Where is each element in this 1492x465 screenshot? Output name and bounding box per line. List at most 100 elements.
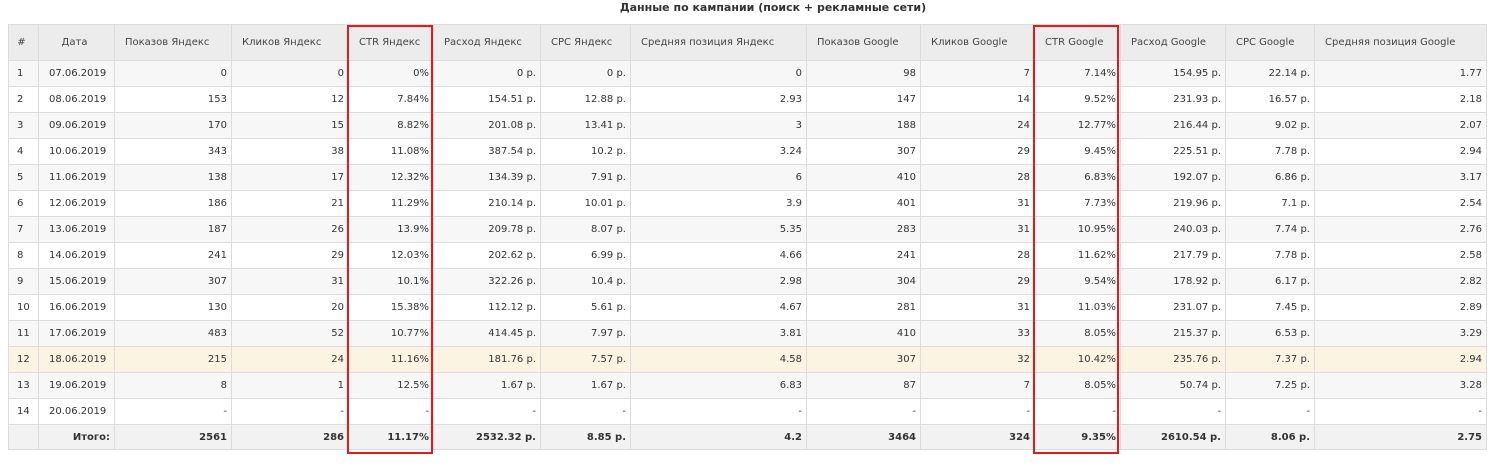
table-cell: 9.02 р. [1225, 112, 1315, 139]
table-cell: 16.57 р. [1225, 86, 1315, 113]
column-header-yandex-ctr[interactable]: CTR Яндекс [348, 24, 434, 61]
table-cell: 17 [231, 164, 349, 191]
table-cell: 13 [8, 372, 39, 399]
table-cell: 1.67 р. [433, 372, 541, 399]
table-cell: 12.32% [348, 164, 434, 191]
table-row[interactable]: 1 07.06.2019 0 0 0% 0 р. 0 р. 0 98 7 7.14% 154.95 р… [8, 60, 1487, 87]
table-cell: 202.62 р. [433, 242, 541, 269]
table-cell: 410 [806, 164, 921, 191]
totals-cell: 324 [920, 424, 1035, 450]
table-cell: 0 [114, 60, 232, 87]
column-header-yandex-impressions[interactable]: Показов Яндекс [114, 24, 232, 61]
totals-cell: 4.2 [630, 424, 807, 450]
table-row[interactable]: 10 16.06.2019 130 20 15.38% 112.12 р. 5.61 р. 4… [8, 294, 1487, 321]
table-row[interactable]: 12 18.06.2019 215 24 11.16% 181.76 р. 7.57 р. 4… [8, 346, 1487, 373]
table-cell: 31 [920, 190, 1035, 217]
table-row[interactable]: 11 17.06.2019 483 52 10.77% 414.45 р. 7.97 р. 3… [8, 320, 1487, 347]
column-header-google-clicks[interactable]: Кликов Google [920, 24, 1035, 61]
table-cell: 5.35 [630, 216, 807, 243]
table-row[interactable]: 7 13.06.2019 187 26 13.9% 209.78 р. 8.07 р. 5.3… [8, 216, 1487, 243]
column-header-yandex-spend[interactable]: Расход Яндекс [433, 24, 541, 61]
table-row[interactable]: 6 12.06.2019 186 21 11.29% 210.14 р. 10.01 р. 3… [8, 190, 1487, 217]
table-cell: 210.14 р. [433, 190, 541, 217]
table-cell: 7 [920, 60, 1035, 87]
table-cell: 26 [231, 216, 349, 243]
table-cell: 11.08% [348, 138, 434, 165]
table-cell: 9 [8, 268, 39, 295]
column-header-google-spend[interactable]: Расход Google [1120, 24, 1226, 61]
table-cell: 10.06.2019 [38, 138, 115, 165]
table-cell: 7.14% [1034, 60, 1121, 87]
table-cell: 9.54% [1034, 268, 1121, 295]
table-cell: 19.06.2019 [38, 372, 115, 399]
table-cell: - [433, 398, 541, 425]
table-cell: 192.07 р. [1120, 164, 1226, 191]
table-cell: 7 [920, 372, 1035, 399]
table-cell: 14.06.2019 [38, 242, 115, 269]
table-cell: 0 р. [540, 60, 631, 87]
table-cell: 13.06.2019 [38, 216, 115, 243]
table-cell: 2.93 [630, 86, 807, 113]
table-cell: 283 [806, 216, 921, 243]
table-cell: 31 [231, 268, 349, 295]
table-cell: 8.07 р. [540, 216, 631, 243]
table-cell: 5 [8, 164, 39, 191]
column-header-google-cpc[interactable]: CPC Google [1225, 24, 1315, 61]
column-header-date[interactable]: Дата [38, 24, 115, 61]
totals-row: Итого: 2561 286 11.17% 2532.32 р. 8.85 р… [8, 424, 1487, 450]
table-row[interactable]: 9 15.06.2019 307 31 10.1% 322.26 р. 10.4 р. 2.9… [8, 268, 1487, 295]
table-cell: 10.77% [348, 320, 434, 347]
table-cell: 29 [920, 138, 1035, 165]
table-cell: 11.62% [1034, 242, 1121, 269]
column-header-yandex-clicks[interactable]: Кликов Яндекс [231, 24, 349, 61]
table-cell: 3.9 [630, 190, 807, 217]
table-cell: 10.01 р. [540, 190, 631, 217]
column-header-google-ctr[interactable]: CTR Google [1034, 24, 1121, 61]
table-cell: 31 [920, 216, 1035, 243]
table-cell: 170 [114, 112, 232, 139]
table-cell: 11 [8, 320, 39, 347]
table-cell: 178.92 р. [1120, 268, 1226, 295]
table-cell: - [920, 398, 1035, 425]
table-cell: 33 [920, 320, 1035, 347]
column-header-yandex-avg-position[interactable]: Средняя позиция Яндекс [630, 24, 807, 61]
table-row[interactable]: 13 19.06.2019 8 1 12.5% 1.67 р. 1.67 р. 6.83 87 7… [8, 372, 1487, 399]
totals-cell: 8.06 р. [1225, 424, 1315, 450]
table-cell: 281 [806, 294, 921, 321]
table-cell: 38 [231, 138, 349, 165]
table-cell: 241 [806, 242, 921, 269]
table-cell: 1.67 р. [540, 372, 631, 399]
table-row[interactable]: 2 08.06.2019 153 12 7.84% 154.51 р. 12.88 р. 2.… [8, 86, 1487, 113]
table-cell: 7 [8, 216, 39, 243]
table-cell: 10.1% [348, 268, 434, 295]
table-cell: 4.58 [630, 346, 807, 373]
table-row[interactable]: 3 09.06.2019 170 15 8.82% 201.08 р. 13.41 р. 3 1… [8, 112, 1487, 139]
column-header-yandex-cpc[interactable]: CPC Яндекс [540, 24, 631, 61]
table-cell: 343 [114, 138, 232, 165]
table-cell: 10.42% [1034, 346, 1121, 373]
table-cell: 10.4 р. [540, 268, 631, 295]
table-cell: 6.53 р. [1225, 320, 1315, 347]
table-cell: 0% [348, 60, 434, 87]
table-row[interactable]: 14 20.06.2019- - - - - - - - - - - - [8, 398, 1487, 425]
table-cell: 154.95 р. [1120, 60, 1226, 87]
column-header-google-impressions[interactable]: Показов Google [806, 24, 921, 61]
table-row[interactable]: 4 10.06.2019 343 38 11.08% 387.54 р. 10.2 р. 3.… [8, 138, 1487, 165]
table-cell: - [348, 398, 434, 425]
table-row[interactable]: 5 11.06.2019 138 17 12.32% 134.39 р. 7.91 р. 6 4… [8, 164, 1487, 191]
table-cell: 147 [806, 86, 921, 113]
table-cell: 10 [8, 294, 39, 321]
column-header-google-avg-position[interactable]: Средняя позиция Google [1314, 24, 1487, 61]
table-cell: 231.93 р. [1120, 86, 1226, 113]
table-cell: 32 [920, 346, 1035, 373]
table-row[interactable]: 8 14.06.2019 241 29 12.03% 202.62 р. 6.99 р. 4.… [8, 242, 1487, 269]
table-cell: 6 [8, 190, 39, 217]
table-cell: 8 [8, 242, 39, 269]
table-cell: 10.2 р. [540, 138, 631, 165]
table-cell: 186 [114, 190, 232, 217]
table-cell: 2.82 [1314, 268, 1487, 295]
table-cell: 7.84% [348, 86, 434, 113]
table-cell: 2.76 [1314, 216, 1487, 243]
column-header-number[interactable]: # [8, 24, 39, 61]
table-cell: 322.26 р. [433, 268, 541, 295]
